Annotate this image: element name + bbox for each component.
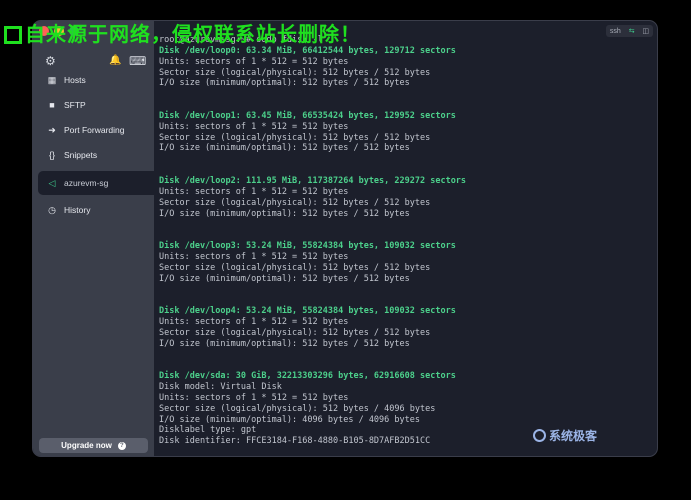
terminal-disk-header: Disk /dev/loop3: 53.24 MiB, 55824384 byt… — [159, 241, 456, 252]
brand-logo-text: 系统极客 — [549, 429, 598, 443]
terminal-line: I/O size (minimum/optimal): 512 bytes / … — [159, 143, 410, 154]
terminal-output[interactable]: root@azurevm-sg:~# sudo fdisk -l Disk /de… — [159, 35, 653, 455]
sidebar-item-label: Port Forwarding — [64, 125, 125, 135]
sidebar-item-label: History — [64, 205, 91, 215]
terminal-disk-header: Disk /dev/sda: 30 GiB, 32213303296 bytes… — [159, 371, 456, 382]
hosts-icon: ▦ — [47, 74, 57, 85]
folder-icon: ■ — [49, 100, 55, 110]
terminal-line: Sector size (logical/physical): 512 byte… — [159, 327, 431, 338]
ssh-indicator: ssh — [609, 27, 621, 35]
terminal-line: I/O size (minimum/optimal): 512 bytes / … — [159, 273, 410, 284]
terminal-line: I/O size (minimum/optimal): 512 bytes / … — [159, 78, 410, 89]
connect-icon[interactable]: ⇆ — [629, 27, 635, 35]
terminal-line: Units: sectors of 1 * 512 = 512 bytes — [159, 392, 349, 403]
brand-logo-icon — [533, 429, 546, 442]
upgrade-button[interactable]: Upgrade now ? — [39, 438, 148, 453]
terminal-line: Sector size (logical/physical): 512 byte… — [159, 262, 431, 273]
terminal-disk-header: Disk /dev/loop4: 53.24 MiB, 55824384 byt… — [159, 306, 456, 317]
sidebar-item-label: Snippets — [64, 150, 98, 160]
terminal-line: I/O size (minimum/optimal): 512 bytes / … — [159, 338, 410, 349]
terminal-disk-header: Disk /dev/loop0: 63.34 MiB, 66412544 byt… — [159, 45, 456, 56]
sidebar-item-history[interactable]: ◷ History — [33, 198, 154, 222]
terminal-line: I/O size (minimum/optimal): 512 bytes / … — [159, 208, 410, 219]
split-view-icon[interactable]: ◫ — [642, 27, 649, 35]
sidebar-item-azurevm-sg[interactable]: ◁ azurevm-sg — [38, 171, 154, 195]
sidebar-item-label: Hosts — [64, 75, 86, 85]
sidebar-item-sftp[interactable]: ■ SFTP — [33, 93, 154, 117]
clock-icon: ◷ — [48, 204, 56, 215]
watermark: 自来源于网络，侵权联系站长删除！ — [4, 18, 361, 47]
terminal-line: Sector size (logical/physical): 512 byte… — [159, 67, 431, 78]
settings-icon[interactable]: ⚙ — [45, 54, 56, 68]
terminal-line: Sector size (logical/physical): 512 byte… — [159, 132, 431, 143]
help-icon: ? — [117, 441, 126, 450]
terminal-disk-header: Disk /dev/loop1: 63.45 MiB, 66535424 byt… — [159, 110, 456, 121]
terminal-line: Units: sectors of 1 * 512 = 512 bytes — [159, 251, 349, 262]
bell-icon[interactable]: 🔔 — [109, 54, 121, 68]
sidebar-toolbar: ⚙ 🔔 ⌨ — [45, 54, 146, 68]
terminal-line: Disk model: Virtual Disk — [159, 382, 282, 392]
terminal-line: Sector size (logical/physical): 512 byte… — [159, 197, 431, 208]
terminal-disk-header: Disk /dev/loop2: 111.95 MiB, 117387264 b… — [159, 175, 467, 186]
forward-icon: ➜ — [48, 124, 56, 135]
sidebar: ⚙ 🔔 ⌨ ▦ Hosts ■ SFTP ➜ Port Forwarding {… — [33, 21, 154, 456]
terminal-line: Units: sectors of 1 * 512 = 512 bytes — [159, 186, 349, 197]
sidebar-item-label: azurevm-sg — [64, 178, 109, 188]
sidebar-item-snippets[interactable]: {} Snippets — [33, 143, 154, 167]
upgrade-label: Upgrade now — [61, 441, 112, 450]
terminal-line: Units: sectors of 1 * 512 = 512 bytes — [159, 316, 349, 327]
sidebar-item-label: SFTP — [64, 100, 86, 110]
terminal-line: Sector size (logical/physical): 512 byte… — [159, 403, 436, 414]
braces-icon: {} — [48, 150, 55, 160]
app-window: ⚙ 🔔 ⌨ ▦ Hosts ■ SFTP ➜ Port Forwarding {… — [32, 20, 658, 457]
terminal-line: Units: sectors of 1 * 512 = 512 bytes — [159, 56, 349, 67]
terminal-line: Units: sectors of 1 * 512 = 512 bytes — [159, 121, 349, 132]
terminal-icon[interactable]: ⌨ — [129, 54, 146, 68]
brand-logo: 系统极客 — [533, 427, 597, 444]
sidebar-item-port-forwarding[interactable]: ➜ Port Forwarding — [33, 118, 154, 142]
watermark-text: 自来源于网络，侵权联系站长删除！ — [25, 22, 361, 46]
watermark-box-icon — [4, 26, 22, 44]
terminal-line: I/O size (minimum/optimal): 4096 bytes /… — [159, 414, 420, 425]
sidebar-item-hosts[interactable]: ▦ Hosts — [33, 68, 154, 92]
terminal-tab-icon: ◁ — [48, 177, 56, 188]
